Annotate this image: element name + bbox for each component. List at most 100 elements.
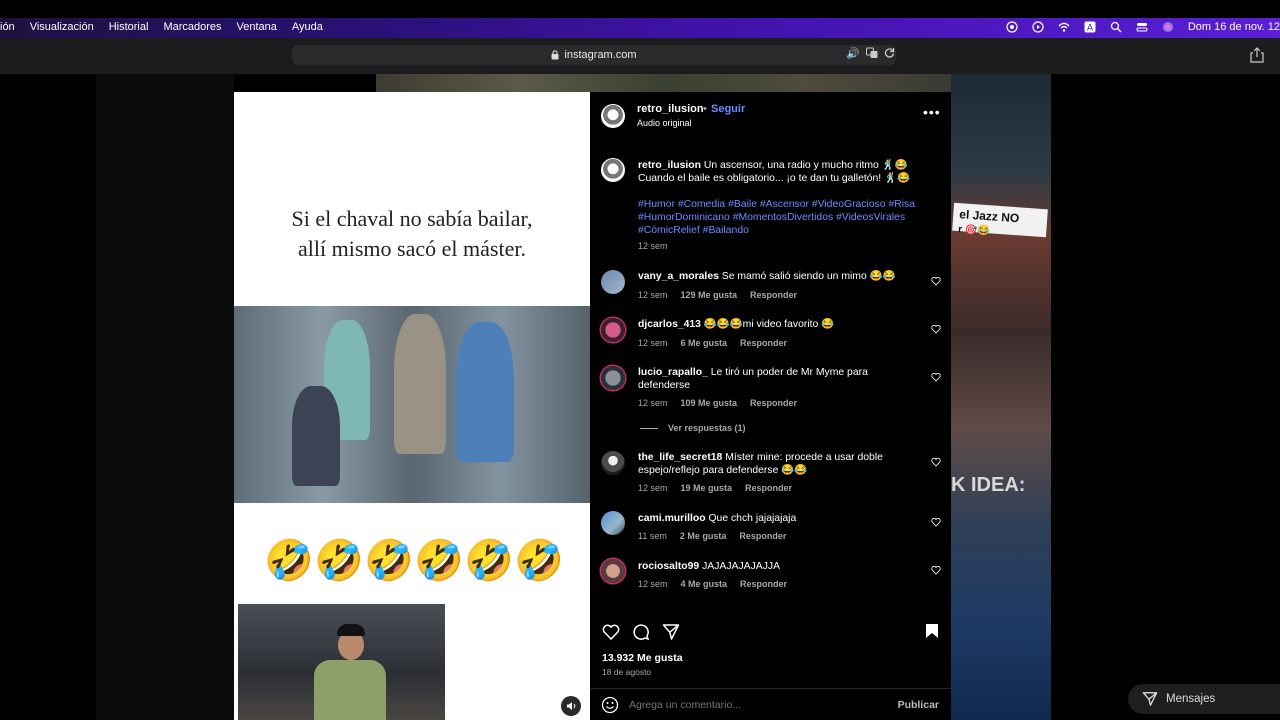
separator-dot: • (703, 103, 707, 115)
comment-likes[interactable]: 109 Me gusta (681, 398, 738, 408)
reload-icon[interactable] (884, 47, 895, 58)
speaker-icon (566, 702, 575, 710)
wifi-icon[interactable] (1058, 21, 1070, 33)
view-replies-button[interactable]: Ver respuestas (1) (640, 423, 746, 433)
caption-time: 12 sem (638, 241, 668, 251)
search-icon[interactable] (1110, 21, 1122, 33)
reply-button[interactable]: Responder (739, 531, 786, 541)
comment-text: vany_a_morales Se mamó salió siendo un m… (638, 270, 918, 283)
play-icon[interactable] (1032, 21, 1044, 33)
comment-meta: 12 sem 109 Me gusta Responder (638, 398, 797, 408)
mute-button[interactable] (561, 696, 581, 716)
reply-button[interactable]: Responder (750, 398, 797, 408)
comment-meta: 12 sem 19 Me gusta Responder (638, 483, 792, 493)
post-caption: retro_ilusion Un ascensor, una radio y m… (638, 159, 928, 185)
menu-item-ventana[interactable]: Ventana (237, 21, 277, 33)
like-comment-icon[interactable] (931, 517, 941, 527)
comment-likes[interactable]: 19 Me gusta (681, 483, 733, 493)
avatar[interactable] (601, 104, 625, 128)
reply-button[interactable]: Responder (745, 483, 792, 493)
background-idea-text: K IDEA: (951, 474, 1026, 496)
menu-item-partial[interactable]: ión (0, 21, 15, 33)
avatar[interactable] (601, 451, 625, 475)
post-video[interactable]: Si el chaval no sabía bailar, allí mismo… (234, 92, 590, 720)
like-comment-icon[interactable] (931, 372, 941, 382)
menu-item-visualizacion[interactable]: Visualización (30, 21, 94, 33)
comment-username[interactable]: vany_a_morales (638, 271, 719, 282)
laughing-emoji: 🤣 (514, 539, 564, 583)
avatar[interactable] (601, 158, 625, 182)
video-caption-line1: Si el chaval no sabía bailar, (291, 206, 533, 231)
comment-likes[interactable]: 129 Me gusta (681, 290, 738, 300)
comment-text: the_life_secret18 Míster mine: procede a… (638, 451, 908, 477)
comment-composer: Publicar (590, 688, 951, 720)
more-options-icon[interactable]: ••• (923, 105, 941, 119)
lock-icon (551, 50, 559, 60)
follow-button[interactable]: Seguir (711, 103, 745, 115)
messages-button[interactable]: Mensajes (1128, 684, 1280, 714)
comment-time: 12 sem (638, 483, 668, 493)
background-sticker-sub: r 🎯😂 (957, 224, 991, 238)
elevator-video-frame (234, 306, 590, 503)
comment-time: 12 sem (638, 338, 668, 348)
share-icon[interactable] (1250, 47, 1264, 63)
comment-username[interactable]: cami.murilloo (638, 513, 706, 524)
share-post-icon[interactable] (662, 623, 680, 641)
comment-body: 😂😂😂mi video favorito 😂 (703, 319, 835, 330)
keyboard-input-icon[interactable]: A (1084, 21, 1096, 33)
comment-username[interactable]: the_life_secret18 (638, 452, 722, 463)
background-sticker: el Jazz NO r 🎯😂 (952, 202, 1048, 238)
menu-item-ayuda[interactable]: Ayuda (292, 21, 323, 33)
avatar[interactable] (601, 270, 625, 294)
caption-meta: 12 sem (638, 241, 668, 251)
reply-button[interactable]: Responder (740, 338, 787, 348)
comment-text: rociosalto99 JAJAJAJAJAJJA (638, 560, 918, 573)
comment-likes[interactable]: 2 Me gusta (680, 531, 727, 541)
status-area: A Dom 16 de nov. 12 (1006, 18, 1280, 36)
address-bar[interactable]: instagram.com (292, 45, 896, 65)
reply-button[interactable]: Responder (740, 579, 787, 589)
comment-likes[interactable]: 4 Me gusta (681, 579, 728, 589)
translate-icon[interactable] (865, 47, 878, 59)
like-count[interactable]: 13.932 Me gusta (602, 652, 683, 664)
hashtags[interactable]: #Humor #Comedia #Baile #Ascensor #VideoG… (638, 198, 928, 237)
laughing-emoji: 🤣 (414, 539, 464, 583)
action-bar (602, 623, 680, 641)
comment-username[interactable]: rociosalto99 (638, 561, 699, 572)
address-bar-actions: 🔊 (846, 47, 895, 60)
reply-button[interactable]: Responder (750, 290, 797, 300)
save-bookmark-icon[interactable] (925, 623, 939, 639)
direct-message-icon (1142, 692, 1158, 706)
menu-item-historial[interactable]: Historial (109, 21, 149, 33)
avatar[interactable] (601, 318, 625, 342)
avatar[interactable] (601, 559, 625, 583)
comment-meta: 12 sem 129 Me gusta Responder (638, 290, 797, 300)
publish-button[interactable]: Publicar (898, 699, 939, 711)
emoji-picker-icon[interactable] (601, 696, 619, 714)
comment-input[interactable] (629, 698, 869, 711)
comment-username[interactable]: djcarlos_413 (638, 319, 701, 330)
comment-likes[interactable]: 6 Me gusta (681, 338, 728, 348)
menu-item-marcadores[interactable]: Marcadores (163, 21, 221, 33)
like-comment-icon[interactable] (931, 276, 941, 286)
siri-icon[interactable] (1162, 21, 1174, 33)
avatar[interactable] (601, 366, 625, 390)
like-comment-icon[interactable] (931, 565, 941, 575)
speaker-icon[interactable]: 🔊 (846, 47, 860, 60)
post-username[interactable]: retro_ilusion (637, 103, 704, 115)
comment-icon[interactable] (632, 623, 650, 641)
avatar[interactable] (601, 511, 625, 535)
post-date: 18 de agosto (602, 667, 652, 677)
audio-label[interactable]: Audio original (637, 118, 692, 128)
comment-username[interactable]: lucio_rapallo_ (638, 367, 708, 378)
caption-username[interactable]: retro_ilusion (638, 160, 701, 171)
like-icon[interactable] (602, 623, 620, 641)
control-center-icon[interactable] (1136, 21, 1148, 33)
comment-text: djcarlos_413 😂😂😂mi video favorito 😂 (638, 318, 918, 331)
like-comment-icon[interactable] (931, 457, 941, 467)
webcam-overlay (238, 604, 445, 720)
like-comment-icon[interactable] (931, 324, 941, 334)
screen-share-icon[interactable] (1006, 21, 1018, 33)
comment-body: Que chch jajajajaja (708, 513, 797, 524)
clock[interactable]: Dom 16 de nov. 12 (1188, 21, 1280, 33)
